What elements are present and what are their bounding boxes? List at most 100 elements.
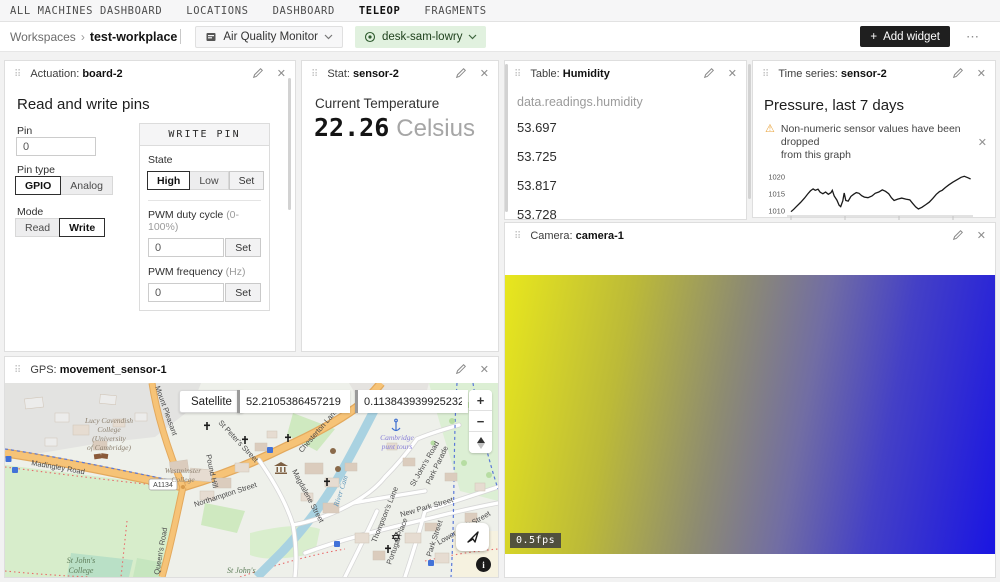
pwm-duty-set-button[interactable]: Set	[225, 238, 261, 257]
actuation-heading: Read and write pins	[17, 96, 150, 113]
nav-all-machines-dashboard[interactable]: ALL MACHINES DASHBOARD	[10, 5, 162, 17]
warning-text: Non-numeric sensor values have been drop…	[781, 123, 972, 162]
info-icon[interactable]: i	[476, 557, 491, 572]
drag-handle-icon[interactable]: ⠿	[14, 69, 21, 80]
satellite-toggle-button[interactable]: Satellite	[179, 390, 244, 413]
stat-label: Current Temperature	[315, 96, 439, 111]
close-icon[interactable]: ✕	[977, 231, 986, 242]
drag-handle-icon[interactable]: ⠿	[514, 69, 521, 80]
nav-teleop[interactable]: TELEOP	[359, 5, 401, 17]
edit-icon[interactable]	[703, 67, 715, 82]
table-row: 53.725	[517, 149, 557, 164]
more-options-icon[interactable]: ⋯	[966, 29, 980, 45]
compass-south-icon	[477, 443, 485, 449]
latitude-input[interactable]	[237, 390, 350, 413]
table-row: 53.728	[517, 207, 557, 222]
state-set-button[interactable]: Set	[229, 171, 265, 190]
warning-dismiss-icon[interactable]: ✕	[978, 123, 987, 162]
widget-timeseries: ⠿ Time series: sensor-2 ✕ Pressure, last…	[752, 60, 996, 218]
edit-icon[interactable]	[952, 67, 964, 82]
zoom-out-button[interactable]: −	[469, 411, 492, 432]
breadcrumb-workspaces[interactable]: Workspaces	[10, 30, 76, 44]
longitude-input[interactable]	[355, 390, 468, 413]
divider	[148, 200, 261, 201]
locate-button[interactable]	[456, 523, 489, 551]
map-label: Cambridge	[380, 433, 414, 442]
map-label: College	[97, 425, 121, 434]
write-pin-header: WRITE PIN	[140, 124, 269, 146]
timeseries-body: Pressure, last 7 days ⚠ Non-numeric sens…	[753, 87, 995, 217]
actuation-scrollbar[interactable]	[288, 78, 291, 210]
widget-gps: ⠿ GPS: movement_sensor-1 ✕	[4, 356, 499, 578]
actuation-body: Read and write pins Pin Pin type GPIO An…	[5, 87, 295, 351]
close-icon[interactable]: ✕	[480, 69, 489, 80]
pwm-freq-set-button[interactable]: Set	[225, 283, 261, 302]
zoom-in-button[interactable]: +	[469, 390, 492, 411]
pin-input[interactable]	[16, 137, 96, 156]
edit-icon[interactable]	[455, 363, 467, 378]
mode-write-button[interactable]: Write	[59, 218, 105, 237]
widget-table-header: ⠿ Table: Humidity ✕	[505, 61, 746, 87]
table-row: 53.817	[517, 178, 557, 193]
chevron-down-icon	[468, 34, 477, 40]
warning-icon: ⚠	[765, 123, 775, 162]
drag-handle-icon[interactable]: ⠿	[311, 69, 318, 80]
mode-read-button[interactable]: Read	[15, 218, 60, 237]
breadcrumb-separator: ›	[81, 30, 85, 44]
nav-fragments[interactable]: FRAGMENTS	[424, 5, 486, 17]
top-nav: ALL MACHINES DASHBOARD LOCATIONS DASHBOA…	[0, 0, 1000, 22]
state-high-button[interactable]: High	[147, 171, 190, 190]
map-label: St John's	[227, 566, 256, 575]
add-widget-button[interactable]: + Add widget	[860, 26, 950, 47]
mode-segmented: Read Write	[16, 218, 105, 237]
close-icon[interactable]: ✕	[480, 365, 489, 376]
drag-handle-icon[interactable]: ⠿	[514, 231, 521, 242]
close-icon[interactable]: ✕	[977, 69, 986, 80]
location-selector[interactable]: Air Quality Monitor	[195, 26, 343, 48]
breadcrumb-current-workspace[interactable]: test-workplace	[90, 30, 178, 44]
pwm-freq-input[interactable]	[148, 283, 224, 302]
map-label: College	[69, 566, 94, 575]
widget-gps-header: ⠿ GPS: movement_sensor-1 ✕	[5, 357, 498, 383]
pin-label: Pin	[17, 125, 32, 137]
location-selector-label: Air Quality Monitor	[223, 31, 318, 43]
write-pin-panel: WRITE PIN State High Low Set PWM duty cy…	[139, 123, 270, 311]
camera-stream	[505, 275, 995, 554]
junction-dot	[181, 485, 185, 489]
widget-timeseries-header: ⠿ Time series: sensor-2 ✕	[753, 61, 995, 87]
nav-dashboard[interactable]: DASHBOARD	[273, 5, 335, 17]
table-body: data.readings.humidity 53.697 53.725 53.…	[505, 87, 746, 219]
table-scrollbar[interactable]	[505, 64, 508, 212]
pin-type-analog-button[interactable]: Analog	[60, 176, 113, 195]
widget-grid: ⠿ Actuation: board-2 ✕ Read and write pi…	[0, 52, 1000, 582]
drag-handle-icon[interactable]: ⠿	[14, 365, 21, 376]
pwm-duty-input[interactable]	[148, 238, 224, 257]
breadcrumb-caret	[180, 29, 181, 44]
edit-icon[interactable]	[952, 229, 964, 244]
map-zoom-controls: + −	[469, 390, 492, 453]
edit-icon[interactable]	[252, 67, 264, 82]
widget-stat: ⠿ Stat: sensor-2 ✕ Current Temperature 2…	[301, 60, 499, 352]
widget-title: GPS: movement_sensor-1	[30, 364, 166, 376]
pin-type-gpio-button[interactable]: GPIO	[15, 176, 61, 195]
state-low-button[interactable]: Low	[189, 171, 228, 190]
close-icon[interactable]: ✕	[277, 69, 286, 80]
stat-body: Current Temperature 22.26 Celsius	[302, 87, 498, 351]
map-label: A1134	[153, 482, 173, 489]
timeseries-scrollbar[interactable]	[748, 64, 751, 199]
widget-actuation: ⠿ Actuation: board-2 ✕ Read and write pi…	[4, 60, 296, 352]
map-label: of Cambridge)	[87, 443, 131, 452]
location-icon	[205, 31, 217, 43]
timeseries-heading: Pressure, last 7 days	[764, 97, 904, 114]
machine-selector-label: desk-sam-lowry	[382, 31, 463, 43]
close-icon[interactable]: ✕	[728, 69, 737, 80]
y-tick: 1010	[768, 207, 785, 216]
machine-selector[interactable]: desk-sam-lowry	[355, 26, 487, 48]
nav-locations[interactable]: LOCATIONS	[186, 5, 248, 17]
drag-handle-icon[interactable]: ⠿	[762, 69, 769, 80]
plus-icon: +	[870, 31, 877, 43]
mode-label: Mode	[17, 206, 43, 218]
toolbar: Workspaces › test-workplace Air Quality …	[0, 22, 1000, 52]
compass-button[interactable]	[469, 432, 492, 453]
edit-icon[interactable]	[455, 67, 467, 82]
